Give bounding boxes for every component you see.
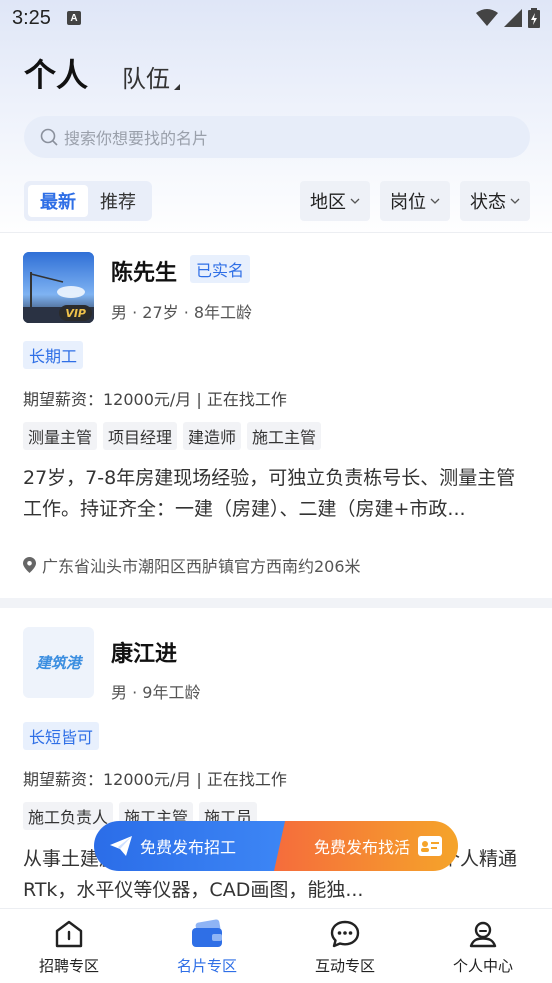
skill-tag: 施工主管 — [247, 422, 322, 450]
search-placeholder: 搜索你想要找的名片 — [64, 129, 209, 148]
skill-tag: 建造师 — [183, 422, 242, 450]
avatar-logo-text: 建筑港 — [35, 654, 81, 672]
card-meta: 男 · 9年工龄 — [111, 683, 201, 702]
verified-badge: 已实名 — [190, 255, 251, 283]
team-dropdown-arrow-icon — [174, 84, 181, 90]
position-dropdown-label: 岗位 — [390, 192, 426, 213]
user-icon — [469, 921, 497, 948]
battery-icon — [528, 8, 540, 28]
filter-row: 最新 推荐 地区 岗位 状态 — [24, 181, 530, 221]
location-row: 广东省汕头市潮阳区西胪镇官方西南约206米 — [23, 553, 361, 577]
card-description: 27岁，7-8年房建现场经验，可独立负责栋号长、测量主管工作。持证齐全：一建（房… — [23, 467, 516, 520]
post-find-work-label: 免费发布找活 — [313, 838, 410, 857]
salary-text: 期望薪资：12000元/月 | 正在找工作 — [23, 770, 287, 789]
filter-dropdowns: 地区 岗位 状态 — [300, 181, 530, 221]
signal-icon — [504, 9, 522, 27]
floating-action-bar: 免费发布招工 免费发布找活 — [94, 821, 458, 871]
skill-tag: 测量主管 — [23, 422, 98, 450]
nav-item-profile[interactable]: 个人中心 — [414, 909, 552, 983]
nav-item-interact[interactable]: 互动专区 — [276, 909, 414, 983]
employment-tag: 长短皆可 — [23, 722, 100, 750]
nav-label: 个人中心 — [452, 957, 513, 975]
status-time: 3:25 — [12, 6, 51, 29]
paper-plane-icon — [110, 836, 132, 856]
card-meta: 男 · 27岁 · 8年工龄 — [111, 303, 253, 322]
house-icon — [55, 920, 83, 948]
divider — [0, 232, 552, 233]
id-card-icon — [418, 836, 442, 856]
sort-latest-tab[interactable]: 最新 — [28, 185, 88, 217]
page-title[interactable]: 个人 — [24, 50, 88, 96]
position-dropdown[interactable]: 岗位 — [380, 181, 450, 221]
accessibility-a-icon: A — [66, 11, 81, 25]
region-dropdown[interactable]: 地区 — [300, 181, 370, 221]
status-bar: 3:25 A — [0, 0, 552, 36]
wallet-card-icon — [192, 919, 222, 947]
nav-label: 招聘专区 — [38, 957, 99, 975]
skill-tag: 项目经理 — [103, 422, 178, 450]
status-dropdown-label: 状态 — [470, 192, 506, 213]
search-icon — [40, 128, 58, 146]
team-tab[interactable]: 队伍 — [122, 59, 170, 94]
chevron-down-icon — [430, 198, 440, 204]
card-name: 陈先生 — [111, 261, 178, 286]
vip-badge: VIP — [59, 305, 92, 321]
bottom-nav: 招聘专区 名片专区 互动专区 个人中心 — [0, 908, 552, 983]
salary-text: 期望薪资：12000元/月 | 正在找工作 — [23, 390, 287, 409]
wifi-icon — [476, 9, 498, 26]
card-separator — [0, 598, 552, 608]
card-name: 康江进 — [111, 642, 178, 667]
post-job-label: 免费发布招工 — [140, 838, 237, 857]
skill-tags: 测量主管 项目经理 建造师 施工主管 — [23, 422, 322, 450]
post-find-work-button[interactable]: 免费发布找活 — [274, 821, 458, 871]
nav-label: 互动专区 — [314, 957, 375, 975]
chat-bubble-icon — [330, 920, 360, 948]
employment-tag: 长期工 — [23, 341, 84, 369]
status-dropdown[interactable]: 状态 — [460, 181, 530, 221]
avatar: VIP — [23, 252, 94, 323]
chevron-down-icon — [510, 198, 520, 204]
nav-item-cards[interactable]: 名片专区 — [138, 909, 276, 983]
sort-recommend-tab[interactable]: 推荐 — [88, 185, 148, 217]
nav-label: 名片专区 — [176, 957, 237, 975]
nav-item-recruit[interactable]: 招聘专区 — [0, 909, 138, 983]
post-job-button[interactable]: 免费发布招工 — [94, 821, 286, 871]
sort-segmented-control: 最新 推荐 — [24, 181, 152, 221]
location-text: 广东省汕头市潮阳区西胪镇官方西南约206米 — [42, 557, 361, 576]
business-card[interactable]: VIP 陈先生 已实名 男 · 27岁 · 8年工龄 长期工 期望薪资：1200… — [0, 233, 552, 598]
search-input[interactable]: 搜索你想要找的名片 — [24, 116, 530, 158]
avatar: 建筑港 — [23, 627, 94, 698]
chevron-down-icon — [350, 198, 360, 204]
status-icons — [476, 8, 540, 28]
page-header: 个人 队伍 — [24, 50, 181, 96]
location-pin-icon — [23, 557, 36, 573]
region-dropdown-label: 地区 — [310, 192, 346, 213]
